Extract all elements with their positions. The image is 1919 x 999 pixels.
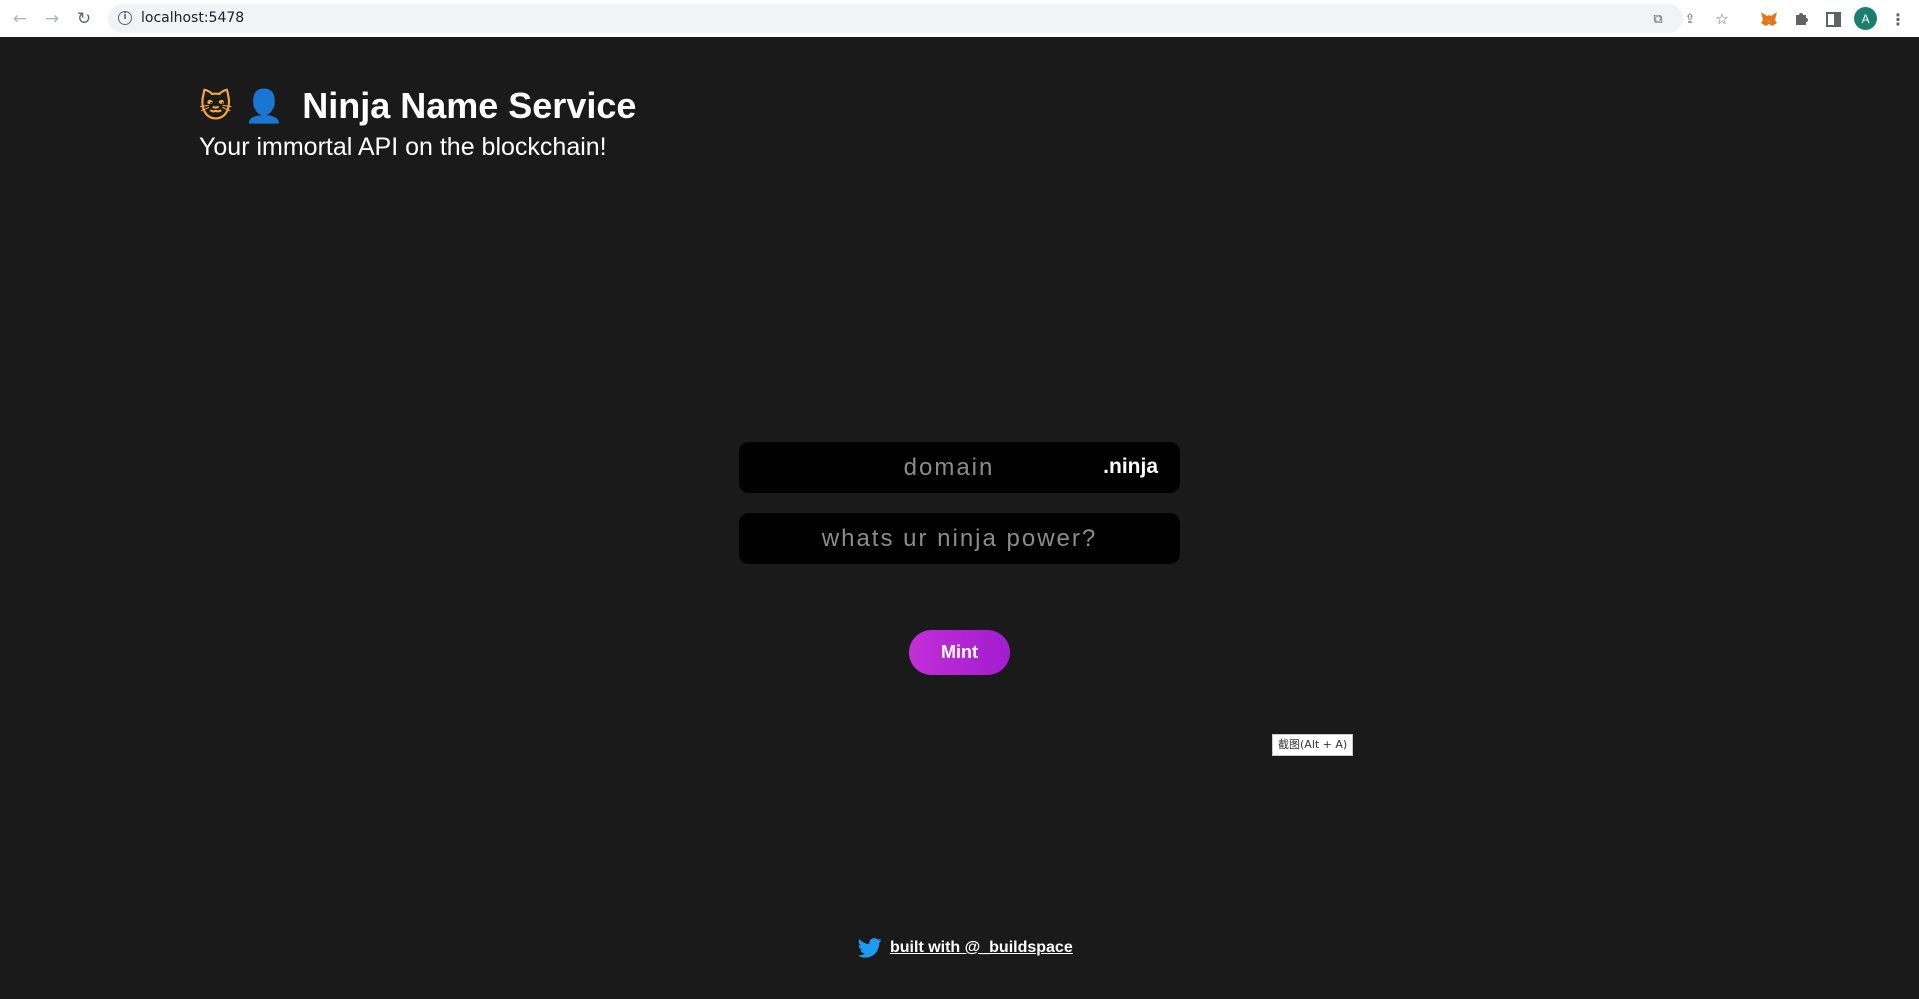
title-row: 🐱 👤 Ninja Name Service: [199, 81, 636, 131]
kebab-menu-icon[interactable]: ⋮: [1887, 8, 1909, 30]
twitter-icon: [858, 938, 882, 958]
page-title: Ninja Name Service: [302, 85, 637, 126]
ninja-emoji-icon: 👤: [244, 87, 285, 125]
share-icon[interactable]: ⇪: [1681, 10, 1699, 28]
ninja-power-input[interactable]: [739, 513, 1180, 564]
page-subtitle: Your immortal API on the blockchain!: [199, 133, 607, 161]
side-panel-icon[interactable]: [1822, 8, 1844, 30]
header: 🐱 👤 Ninja Name Service Your immortal API…: [199, 81, 636, 162]
domain-input[interactable]: [739, 442, 1099, 493]
reload-icon[interactable]: ↻: [72, 7, 96, 31]
buildspace-link[interactable]: built with @_buildspace: [890, 939, 1073, 957]
browser-toolbar: ← → ↻ i localhost:5478 ⧉ ⇪ ☆ A ⋮: [0, 0, 1919, 37]
url-text[interactable]: localhost:5478: [141, 10, 244, 26]
star-icon[interactable]: ☆: [1713, 10, 1731, 28]
footer: built with @_buildspace: [858, 938, 1073, 958]
page-content: 🐱 👤 Ninja Name Service Your immortal API…: [0, 37, 1919, 999]
address-bar[interactable]: i localhost:5478 ⧉ ⇪ ☆: [108, 4, 1729, 33]
translate-icon[interactable]: ⧉: [1649, 10, 1667, 28]
screenshot-tooltip: 截图(Alt + A): [1272, 734, 1354, 756]
puzzle-icon[interactable]: [1790, 8, 1812, 30]
forward-arrow-icon[interactable]: →: [40, 7, 64, 31]
info-icon[interactable]: i: [118, 11, 132, 25]
mint-button[interactable]: Mint: [909, 630, 1010, 675]
mint-form: .ninja Mint: [739, 442, 1180, 675]
domain-field-container: .ninja: [739, 442, 1180, 493]
tld-suffix: .ninja: [1103, 455, 1158, 478]
back-arrow-icon[interactable]: ←: [8, 7, 32, 31]
power-field-container: [739, 513, 1180, 564]
avatar[interactable]: A: [1854, 7, 1877, 30]
cat-emoji-icon: 🐱: [199, 87, 233, 125]
metamask-fox-icon[interactable]: [1758, 8, 1780, 30]
